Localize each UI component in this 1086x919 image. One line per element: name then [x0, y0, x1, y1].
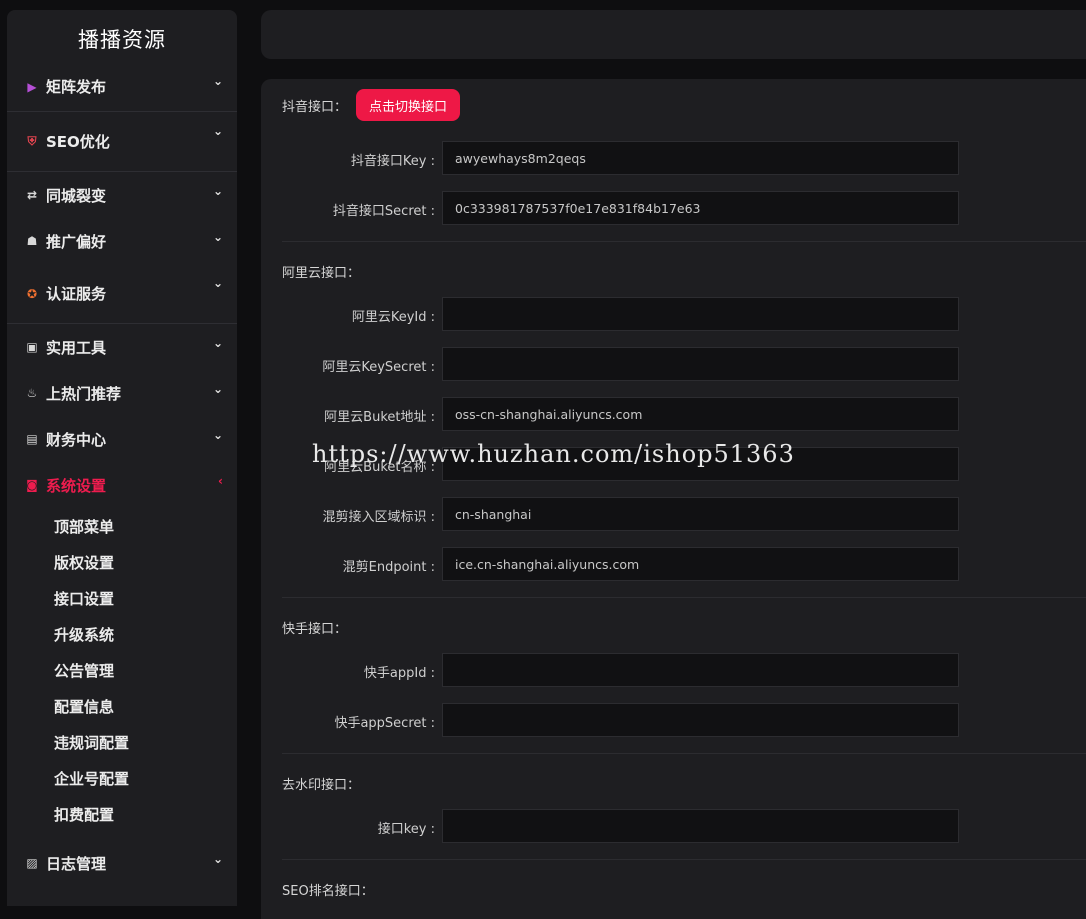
aliyun-keyid-input[interactable] [442, 297, 959, 331]
chevron-down-icon: ⌄ [212, 124, 223, 138]
chevron-down-icon: ⌄ [212, 382, 223, 396]
kuaishou-section-title: 快手接口： [282, 622, 348, 637]
sidebar-item-fire[interactable]: ♨ 上热门推荐 ⌄ [7, 370, 237, 416]
watermark-key-row: 接口key : [261, 809, 961, 843]
kuaishou-appsecret-input[interactable] [442, 703, 959, 737]
robot-icon: ☗ [26, 234, 38, 248]
kuaishou-appid-input[interactable] [442, 653, 959, 687]
log-icon: ▨ [26, 856, 38, 870]
aliyun-region-input[interactable] [442, 497, 959, 531]
watermark-api-section-title: 去水印接口： [282, 778, 361, 793]
sidebar-subitem[interactable]: 公告管理 [7, 652, 237, 688]
kuaishou-appsecret-row: 快手appSecret : [261, 703, 961, 737]
chevron-left-icon: ‹ [218, 474, 223, 488]
chevron-down-icon: ⌄ [212, 184, 223, 198]
sidebar-subitem[interactable]: 版权设置 [7, 544, 237, 580]
aliyun-section-title: 阿里云接口： [282, 266, 361, 281]
chevron-down-icon: ⌄ [212, 852, 223, 866]
sidebar-item-log[interactable]: ▨ 日志管理 ⌄ [7, 840, 237, 886]
sidebar-item-label: 推广偏好 [46, 232, 107, 251]
aliyun-bucket-name-input[interactable] [442, 447, 959, 481]
sidebar-subitem[interactable]: 升级系统 [7, 616, 237, 652]
sidebar-item-label: 实用工具 [46, 338, 107, 357]
sidebar-subitem[interactable]: 企业号配置 [7, 760, 237, 796]
douyin-secret-input[interactable] [442, 191, 959, 225]
sidebar-item-label: SEO优化 [46, 133, 110, 151]
aliyun-endpoint-input[interactable] [442, 547, 959, 581]
sidebar-item-label: 系统设置 [46, 476, 107, 495]
aliyun-keysecret-label: 阿里云KeySecret : [322, 360, 435, 375]
chevron-down-icon: ⌄ [212, 230, 223, 244]
aliyun-region-row: 混剪接入区域标识 : [261, 497, 961, 531]
fire-icon: ♨ [26, 386, 38, 400]
watermark-key-input[interactable] [442, 809, 959, 843]
brand-title: 播播资源 [78, 28, 166, 52]
sidebar-item-video[interactable]: ▶ 矩阵发布 ⌄ [7, 62, 237, 111]
sidebar-subitem[interactable]: 扣费配置 [7, 796, 237, 832]
chevron-down-icon: ⌄ [212, 428, 223, 442]
sidebar-item-label: 日志管理 [46, 854, 107, 873]
sidebar-subitem[interactable]: 违规词配置 [7, 724, 237, 760]
aliyun-keysecret-input[interactable] [442, 347, 959, 381]
swap-icon: ⇄ [26, 188, 38, 202]
aliyun-endpoint-label: 混剪Endpoint : [342, 560, 435, 575]
douyin-key-row: 抖音接口Key : [261, 141, 961, 175]
shield-icon: ⛨ [27, 134, 37, 148]
sidebar-item-shield[interactable]: ⛨ SEO优化 ⌄ [7, 112, 237, 171]
kuaishou-appsecret-label: 快手appSecret : [334, 716, 435, 731]
sidebar-item-swap[interactable]: ⇄ 同城裂变 ⌄ [7, 172, 237, 218]
chevron-down-icon: ⌄ [212, 336, 223, 350]
sidebar-item-wallet[interactable]: ▤ 财务中心 ⌄ [7, 416, 237, 462]
watermark-key-label: 接口key : [377, 822, 435, 837]
aliyun-keyid-row: 阿里云KeyId : [261, 297, 961, 331]
section-divider [282, 859, 1086, 860]
aliyun-bucket-name-row: 阿里云Buket名称 : [261, 447, 961, 481]
aliyun-region-label: 混剪接入区域标识 : [322, 510, 435, 525]
sidebar-item-label: 财务中心 [46, 430, 107, 449]
sidebar-item-toolbox[interactable]: ▣ 实用工具 ⌄ [7, 324, 237, 370]
section-divider [282, 753, 1086, 754]
sidebar-subitem[interactable]: 配置信息 [7, 688, 237, 724]
sidebar-subitem[interactable]: 顶部菜单 [7, 508, 237, 544]
kuaishou-appid-label: 快手appId : [363, 666, 435, 681]
sidebar-item-label: 矩阵发布 [46, 78, 107, 96]
douyin-secret-label: 抖音接口Secret : [332, 204, 435, 219]
sidebar-subitem[interactable]: 接口设置 [7, 580, 237, 616]
top-bar [261, 10, 1086, 59]
douyin-key-input[interactable] [442, 141, 959, 175]
sidebar-item-label: 上热门推荐 [46, 384, 122, 403]
badge-icon: ✪ [26, 286, 38, 301]
settings-icon: ◙ [26, 478, 38, 492]
aliyun-keysecret-row: 阿里云KeySecret : [261, 347, 961, 381]
sidebar-item-label: 同城裂变 [46, 186, 107, 205]
aliyun-bucket-name-label: 阿里云Buket名称 : [324, 460, 435, 475]
chevron-down-icon: ⌄ [212, 74, 223, 88]
chevron-down-icon: ⌄ [212, 276, 223, 290]
sidebar-item-label: 认证服务 [46, 285, 107, 303]
douyin-secret-row: 抖音接口Secret : [261, 191, 961, 225]
wallet-icon: ▤ [26, 432, 38, 446]
video-icon: ▶ [27, 79, 37, 94]
aliyun-bucket-addr-input[interactable] [442, 397, 959, 431]
sidebar-item-badge[interactable]: ✪ 认证服务 ⌄ [7, 264, 237, 323]
aliyun-endpoint-row: 混剪Endpoint : [261, 547, 961, 581]
sidebar: 播播资源 ▶ 矩阵发布 ⌄ ⛨ SEO优化 ⌄ ⇄ 同城裂变 ⌄ ☗ 推广偏好 ⌄ ✪ 认证服务 ⌄ ▣ 实用工… [7, 10, 237, 906]
aliyun-keyid-label: 阿里云KeyId : [351, 310, 435, 325]
settings-panel: 抖音接口： 点击切换接口 抖音接口Key : 抖音接口Secret : 阿里云接… [261, 79, 1086, 919]
aliyun-bucket-addr-label: 阿里云Buket地址 : [324, 410, 435, 425]
switch-api-button[interactable]: 点击切换接口 [356, 89, 460, 121]
aliyun-bucket-addr-row: 阿里云Buket地址 : [261, 397, 961, 431]
seo-rank-section-title: SEO排名接口： [282, 884, 374, 899]
section-divider [282, 241, 1086, 242]
douyin-section-title: 抖音接口： [282, 100, 348, 115]
toolbox-icon: ▣ [26, 340, 38, 354]
kuaishou-appid-row: 快手appId : [261, 653, 961, 687]
section-divider [282, 597, 1086, 598]
douyin-key-label: 抖音接口Key : [350, 154, 435, 169]
sidebar-item-settings[interactable]: ◙ 系统设置 ‹ [7, 462, 237, 508]
sidebar-item-robot[interactable]: ☗ 推广偏好 ⌄ [7, 218, 237, 264]
